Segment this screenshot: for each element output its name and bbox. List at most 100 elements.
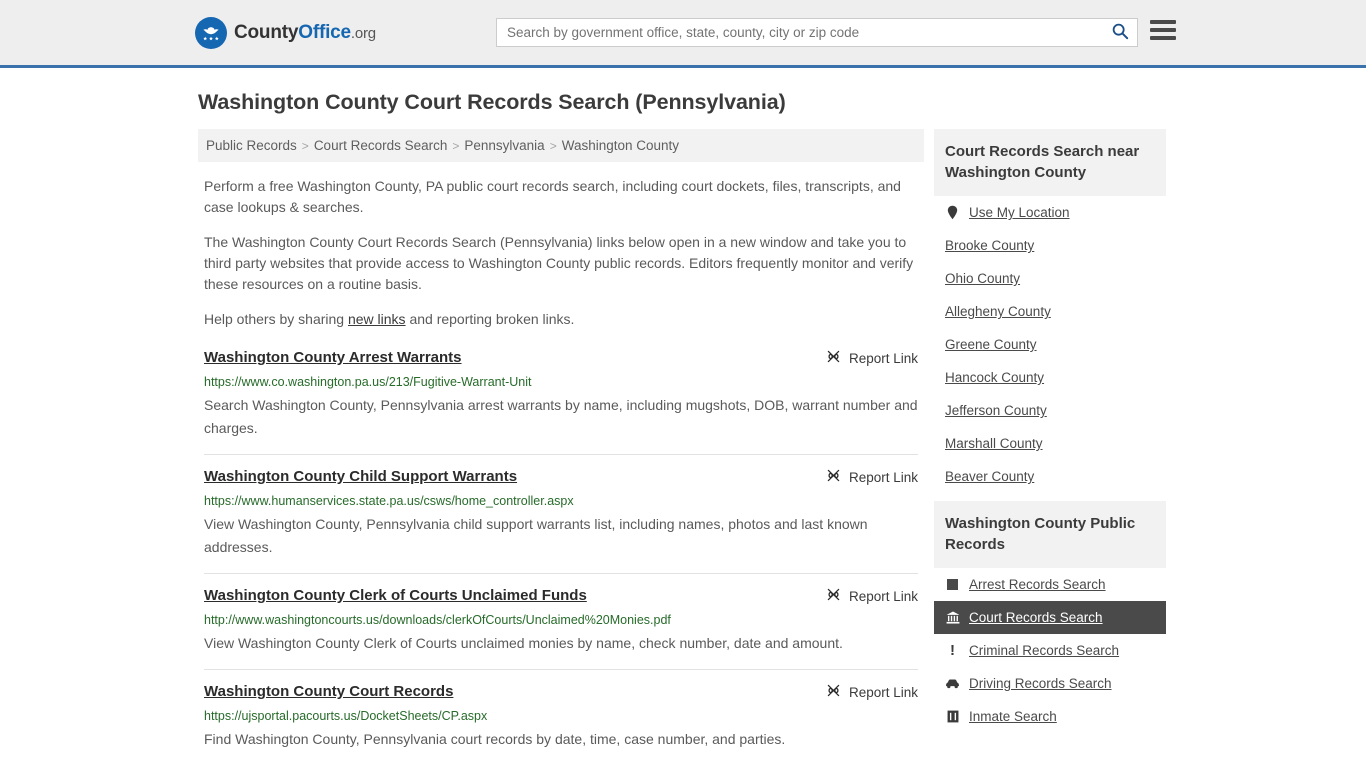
- sidebar-item-brooke-county[interactable]: Brooke County: [934, 229, 1166, 262]
- hamburger-bar: [1150, 20, 1176, 24]
- search-bar[interactable]: [496, 18, 1138, 47]
- main-column: Public Records > Court Records Search > …: [198, 129, 924, 765]
- result-url: https://ujsportal.pacourts.us/DocketShee…: [204, 709, 488, 723]
- nearby-link[interactable]: Allegheny County: [945, 304, 1051, 319]
- sidebar-item-criminal-records-search[interactable]: ! Criminal Records Search: [934, 634, 1166, 667]
- result-item: Washington County Court Records Report L…: [204, 669, 918, 765]
- breadcrumb: Public Records > Court Records Search > …: [198, 129, 924, 162]
- result-url: https://www.humanservices.state.pa.us/cs…: [204, 494, 574, 508]
- sidebar-item-hancock-county[interactable]: Hancock County: [934, 361, 1166, 394]
- report-link-label: Report Link: [848, 469, 918, 485]
- search-button[interactable]: [1103, 19, 1137, 46]
- logo-text-org: .org: [350, 24, 376, 42]
- site-logo[interactable]: CountyOffice.org: [195, 16, 376, 49]
- square-icon: [945, 579, 960, 590]
- public-records-link[interactable]: Driving Records Search: [969, 676, 1112, 691]
- result-header: Washington County Arrest Warrants Report…: [204, 348, 918, 368]
- result-item: Washington County Child Support Warrants: [204, 454, 918, 573]
- breadcrumb-separator: >: [549, 138, 557, 153]
- nearby-link[interactable]: Beaver County: [945, 469, 1034, 484]
- jail-icon: [945, 710, 960, 723]
- sidebar-item-ohio-county[interactable]: Ohio County: [934, 262, 1166, 295]
- broken-link-icon: [826, 349, 841, 367]
- report-link-button[interactable]: Report Link: [814, 467, 918, 486]
- breadcrumb-separator: >: [301, 138, 309, 153]
- public-records-link[interactable]: Arrest Records Search: [969, 577, 1106, 592]
- breadcrumb-separator: >: [452, 138, 460, 153]
- result-title-link[interactable]: Washington County Child Support Warrants: [204, 467, 517, 487]
- public-records-link[interactable]: Court Records Search: [969, 610, 1103, 625]
- eagle-seal-icon: [195, 16, 227, 49]
- intro-paragraph-3: Help others by sharing new links and rep…: [204, 309, 918, 330]
- public-records-link[interactable]: Criminal Records Search: [969, 643, 1119, 658]
- result-header: Washington County Child Support Warrants: [204, 467, 918, 487]
- breadcrumb-item-washington-county[interactable]: Washington County: [562, 138, 679, 153]
- nearby-list: Use My Location Brooke County Ohio Count…: [934, 196, 1166, 493]
- result-description: View Washington County Clerk of Courts u…: [204, 635, 843, 651]
- map-pin-icon: [945, 205, 960, 220]
- result-header: Washington County Clerk of Courts Unclai…: [204, 586, 918, 606]
- report-link-button[interactable]: Report Link: [814, 348, 918, 367]
- breadcrumb-item-pennsylvania[interactable]: Pennsylvania: [464, 138, 544, 153]
- logo-text-office: Office: [298, 21, 351, 43]
- report-link-button[interactable]: Report Link: [814, 682, 918, 701]
- car-icon: [945, 678, 960, 689]
- sidebar-item-use-my-location[interactable]: Use My Location: [934, 196, 1166, 229]
- page-body: Washington County Court Records Search (…: [0, 90, 1366, 765]
- site-header: CountyOffice.org: [0, 0, 1366, 68]
- sidebar-item-allegheny-county[interactable]: Allegheny County: [934, 295, 1166, 328]
- exclamation-icon: !: [950, 642, 955, 659]
- hamburger-bar: [1150, 28, 1176, 32]
- report-link-label: Report Link: [848, 588, 918, 604]
- broken-link-icon: [826, 587, 841, 605]
- courthouse-icon: [945, 611, 960, 624]
- broken-link-icon: [826, 683, 841, 701]
- intro-paragraph-3-pre: Help others by sharing: [204, 311, 348, 327]
- content-row: Public Records > Court Records Search > …: [0, 129, 1366, 765]
- new-links-link[interactable]: new links: [348, 311, 406, 327]
- sidebar-item-marshall-county[interactable]: Marshall County: [934, 427, 1166, 460]
- logo-text-county: County: [234, 21, 299, 43]
- nearby-panel-heading: Court Records Search near Washington Cou…: [934, 129, 1166, 196]
- sidebar-item-jefferson-county[interactable]: Jefferson County: [934, 394, 1166, 427]
- report-link-label: Report Link: [848, 350, 918, 366]
- sidebar-item-inmate-search[interactable]: Inmate Search: [934, 700, 1166, 733]
- report-link-button[interactable]: Report Link: [814, 586, 918, 605]
- sidebar-item-beaver-county[interactable]: Beaver County: [934, 460, 1166, 493]
- nearby-link[interactable]: Greene County: [945, 337, 1037, 352]
- results-list: Washington County Arrest Warrants Report…: [198, 344, 924, 765]
- nearby-link[interactable]: Hancock County: [945, 370, 1044, 385]
- breadcrumb-item-public-records[interactable]: Public Records: [206, 138, 297, 153]
- hamburger-menu-icon[interactable]: [1150, 20, 1176, 40]
- public-records-link[interactable]: Inmate Search: [969, 709, 1057, 724]
- sidebar-item-greene-county[interactable]: Greene County: [934, 328, 1166, 361]
- result-title-link[interactable]: Washington County Arrest Warrants: [204, 348, 462, 368]
- sidebar-item-arrest-records-search[interactable]: Arrest Records Search: [934, 568, 1166, 601]
- nearby-link[interactable]: Brooke County: [945, 238, 1034, 253]
- intro-text: Perform a free Washington County, PA pub…: [198, 176, 924, 330]
- breadcrumb-item-court-records-search[interactable]: Court Records Search: [314, 138, 448, 153]
- sidebar-item-court-records-search[interactable]: Court Records Search: [934, 601, 1166, 634]
- result-item: Washington County Clerk of Courts Unclai…: [204, 573, 918, 669]
- search-input[interactable]: [497, 19, 1103, 46]
- result-description: Search Washington County, Pennsylvania a…: [204, 397, 918, 436]
- result-description: View Washington County, Pennsylvania chi…: [204, 516, 868, 555]
- result-header: Washington County Court Records Report L…: [204, 682, 918, 702]
- page-title: Washington County Court Records Search (…: [198, 90, 786, 114]
- intro-paragraph-2: The Washington County Court Records Sear…: [204, 234, 914, 292]
- nearby-link[interactable]: Ohio County: [945, 271, 1020, 286]
- result-title-link[interactable]: Washington County Clerk of Courts Unclai…: [204, 586, 587, 606]
- intro-paragraph-1: Perform a free Washington County, PA pub…: [204, 178, 901, 215]
- result-item: Washington County Arrest Warrants Report…: [204, 344, 918, 454]
- report-link-label: Report Link: [848, 684, 918, 700]
- nearby-link[interactable]: Marshall County: [945, 436, 1043, 451]
- result-description: Find Washington County, Pennsylvania cou…: [204, 731, 786, 747]
- public-records-list: Arrest Records Search Court Records Sear…: [934, 568, 1166, 733]
- nearby-link[interactable]: Use My Location: [969, 205, 1070, 220]
- nearby-link[interactable]: Jefferson County: [945, 403, 1047, 418]
- hamburger-bar: [1150, 36, 1176, 40]
- result-title-link[interactable]: Washington County Court Records: [204, 682, 453, 702]
- public-records-panel: Washington County Public Records Arrest …: [934, 501, 1166, 733]
- intro-paragraph-3-post: and reporting broken links.: [405, 311, 575, 327]
- sidebar-item-driving-records-search[interactable]: Driving Records Search: [934, 667, 1166, 700]
